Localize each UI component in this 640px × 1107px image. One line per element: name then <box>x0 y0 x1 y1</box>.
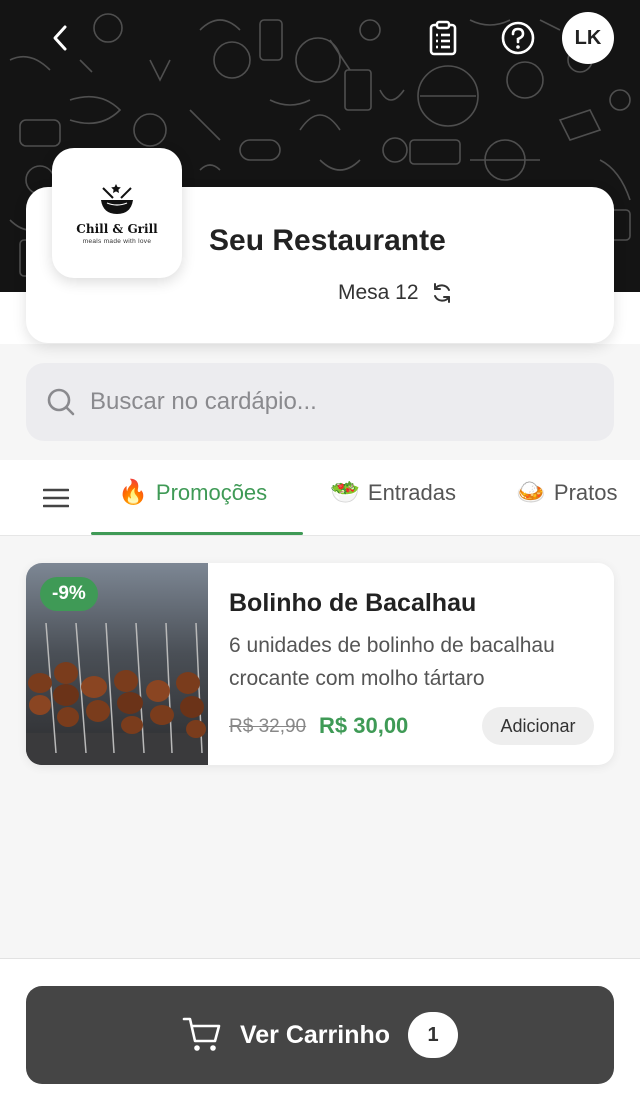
curry-plate-icon: 🍛 <box>516 479 546 506</box>
table-selector[interactable]: Mesa 12 <box>338 281 453 305</box>
discount-badge: -9% <box>40 577 98 611</box>
restaurant-name: Seu Restaurante <box>209 224 446 257</box>
help-icon <box>501 21 535 55</box>
logo-name: Chill & Grill <box>76 221 158 236</box>
table-label: Mesa 12 <box>338 281 419 304</box>
logo-tagline: meals made with love <box>82 237 152 245</box>
tab-label: Promoções <box>155 479 268 505</box>
salad-icon: 🥗 <box>330 479 360 506</box>
clipboard-icon <box>429 20 457 56</box>
add-to-cart-button[interactable]: Adicionar <box>482 707 594 745</box>
hamburger-icon <box>43 488 69 508</box>
search-icon <box>47 388 75 416</box>
product-old-price: R$ 32,90 <box>229 716 307 737</box>
view-cart-button[interactable]: Ver Carrinho 1 <box>26 986 614 1084</box>
restaurant-logo: Chill & Grill meals made with love <box>52 148 182 278</box>
chevron-left-icon <box>53 25 67 51</box>
cart-count-badge: 1 <box>408 1012 459 1058</box>
user-avatar[interactable]: LK <box>562 12 614 64</box>
active-tab-indicator <box>91 532 303 535</box>
search-input[interactable] <box>90 388 570 416</box>
tab-label: Entradas <box>367 479 456 505</box>
tab-label: Pratos <box>553 479 618 505</box>
orders-button[interactable] <box>417 12 469 64</box>
tab-promocoes[interactable]: 🔥 Promoções <box>118 478 267 507</box>
tab-entradas[interactable]: 🥗 Entradas <box>330 478 456 507</box>
refresh-icon[interactable] <box>431 282 453 304</box>
product-price: R$ 30,00 <box>319 713 409 738</box>
cart-icon <box>182 1017 221 1051</box>
ramen-bowl-icon <box>101 183 133 214</box>
category-tabs: 🔥 Promoções 🥗 Entradas 🍛 Pratos <box>0 460 640 536</box>
tab-pratos[interactable]: 🍛 Pratos <box>516 478 617 507</box>
help-button[interactable] <box>492 12 544 64</box>
cart-label: Ver Carrinho <box>239 1020 391 1049</box>
categories-menu-button[interactable] <box>30 480 82 516</box>
search-bar[interactable] <box>26 363 614 441</box>
fire-icon: 🔥 <box>118 479 148 506</box>
product-name: Bolinho de Bacalhau <box>229 589 477 617</box>
back-button[interactable] <box>34 12 86 64</box>
product-card[interactable]: -9% Bolinho de Bacalhau 6 unidades de bo… <box>26 563 614 765</box>
product-description: 6 unidades de bolinho de bacalhau crocan… <box>229 634 555 690</box>
